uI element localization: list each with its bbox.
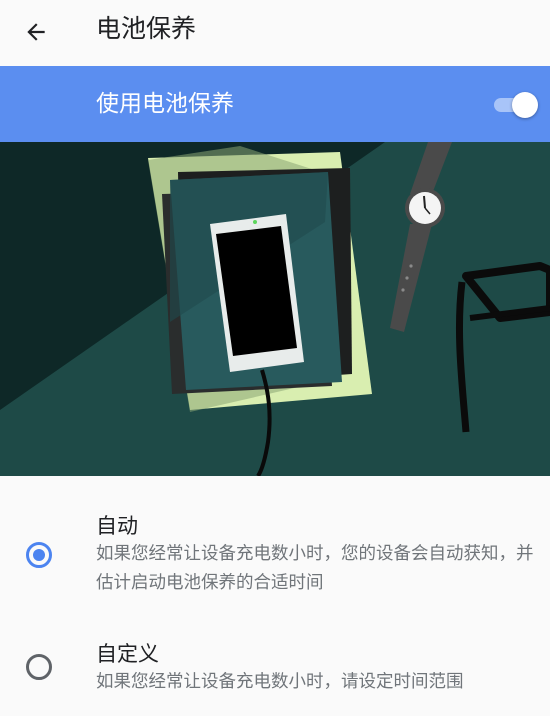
option-custom-description: 如果您经常让设备充电数小时，请设定时间范围 [96,672,464,692]
illustration-graphic [0,142,550,476]
page-title: 电池保养 [96,14,197,43]
radio-auto[interactable] [26,542,52,568]
option-custom-title: 自定义 [96,642,159,666]
option-auto-title: 自动 [96,514,138,538]
switch-thumb [512,92,538,118]
radio-custom[interactable] [26,654,52,680]
app-bar: 电池保养 [0,0,550,66]
battery-care-illustration [0,142,550,476]
master-toggle-bar[interactable]: 使用电池保养 [0,66,550,142]
battery-care-switch[interactable] [494,92,538,118]
toggle-label: 使用电池保养 [96,91,234,117]
option-auto-description: 如果您经常让设备充电数小时，您的设备会自动获知，并估计启动电池保养的合适时间 [96,544,534,593]
back-button[interactable] [14,10,58,54]
arrow-back-icon [27,23,45,41]
